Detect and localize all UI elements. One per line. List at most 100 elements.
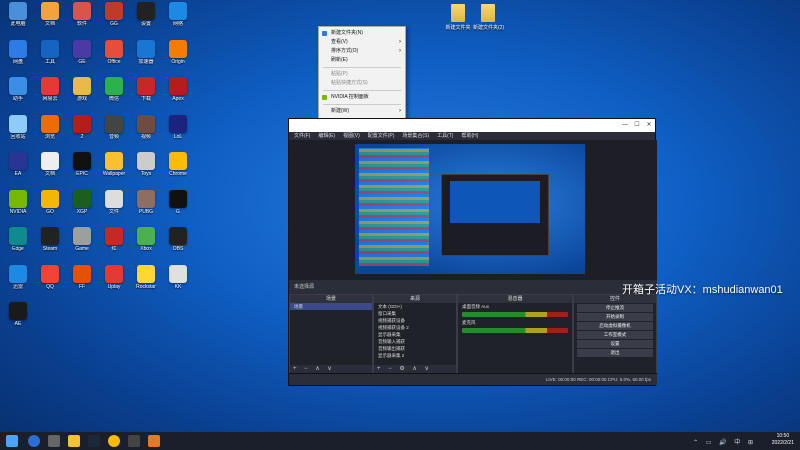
- desktop-icon[interactable]: 网易云: [34, 77, 66, 111]
- context-menu-item[interactable]: 新建文件夹(N): [319, 29, 405, 38]
- source-item[interactable]: 文本 (GDI+): [374, 303, 456, 310]
- desktop-icon[interactable]: 迅雷: [2, 264, 34, 299]
- close-icon[interactable]: ✕: [643, 119, 655, 132]
- desktop-icon[interactable]: 网络: [162, 2, 194, 36]
- desktop-icon[interactable]: 游戏: [66, 77, 98, 111]
- menu-separator: [323, 104, 401, 105]
- steam-icon[interactable]: [88, 435, 100, 447]
- desktop-icon[interactable]: Rockstar: [130, 264, 162, 299]
- desktop-folder[interactable]: 新建文件夹: [443, 4, 473, 31]
- source-item[interactable]: 显示器采集 2: [374, 352, 456, 359]
- obs-menu-item[interactable]: 工具(T): [437, 133, 453, 139]
- desktop-icon[interactable]: 浏览: [34, 114, 66, 149]
- desktop-icon[interactable]: Xbox: [130, 227, 162, 261]
- scene-toolbar[interactable]: + − ∧ ∨: [290, 365, 372, 373]
- desktop-icon[interactable]: Uplay: [98, 264, 130, 299]
- control-button[interactable]: 停止推流: [577, 304, 653, 312]
- desktop-icon[interactable]: Office: [98, 39, 130, 74]
- task-view-icon[interactable]: [48, 435, 60, 447]
- desktop-icon[interactable]: 文档: [34, 152, 66, 186]
- desktop-icon[interactable]: 设置: [130, 2, 162, 36]
- desktop-icon[interactable]: FF: [66, 264, 98, 299]
- context-menu-item[interactable]: 查看(V) ›: [319, 38, 405, 47]
- control-button[interactable]: 退出: [577, 349, 653, 357]
- desktop-icon[interactable]: LoL: [162, 114, 194, 149]
- control-button[interactable]: 设置: [577, 340, 653, 348]
- desktop-icon[interactable]: GO: [34, 189, 66, 224]
- obs-title-bar[interactable]: — ☐ ✕: [289, 119, 655, 132]
- obs-menu-item[interactable]: 编辑(E): [318, 133, 335, 139]
- obs-menu-item[interactable]: 视图(V): [343, 133, 360, 139]
- desktop-icon[interactable]: 工具: [34, 39, 66, 74]
- context-menu-item[interactable]: 排序方式(O) ›: [319, 47, 405, 56]
- desktop-icon[interactable]: 红: [98, 227, 130, 261]
- source-item[interactable]: 视频捕获设备 2: [374, 324, 456, 331]
- obs-preview[interactable]: [289, 140, 657, 280]
- desktop-icon[interactable]: 音频: [98, 114, 130, 149]
- desktop-icon[interactable]: Toys: [130, 152, 162, 186]
- desktop-icon[interactable]: Chrome: [162, 152, 194, 186]
- maximize-icon[interactable]: ☐: [631, 119, 643, 132]
- desktop-icon[interactable]: GG: [98, 2, 130, 36]
- desktop-icon[interactable]: 文件: [98, 189, 130, 224]
- desktop-icon[interactable]: EA: [2, 152, 34, 186]
- desktop-icon[interactable]: 网盘: [2, 39, 34, 74]
- desktop-icon[interactable]: NVIDIA: [2, 189, 34, 224]
- desktop-icon[interactable]: 加速器: [130, 39, 162, 74]
- source-toolbar[interactable]: + − ⚙ ∧ ∨: [374, 365, 456, 373]
- obs-menu-item[interactable]: 文件(F): [294, 133, 310, 139]
- source-item[interactable]: 窗口采集: [374, 310, 456, 317]
- desktop-icon[interactable]: 下载: [130, 77, 162, 111]
- desktop-icon[interactable]: 回收站: [2, 114, 34, 149]
- obs-taskbar-icon[interactable]: [128, 435, 140, 447]
- source-item[interactable]: 音频输出捕获: [374, 345, 456, 352]
- desktop-icon[interactable]: EPIC: [66, 152, 98, 186]
- desktop-icon[interactable]: 文档: [34, 2, 66, 36]
- context-menu-item[interactable]: 新建(W) ›: [319, 107, 405, 116]
- source-item[interactable]: 音频输入捕获: [374, 338, 456, 345]
- desktop-icon[interactable]: KK: [162, 264, 194, 299]
- desktop-icon[interactable]: G: [162, 189, 194, 224]
- context-menu-item[interactable]: NVIDIA 控制面板: [319, 93, 405, 102]
- control-button[interactable]: 开始录制: [577, 313, 653, 321]
- obs-menu-item[interactable]: 场景集合(S): [402, 133, 429, 139]
- clock[interactable]: 10:50 2022/2/21: [772, 433, 794, 447]
- desktop-icon[interactable]: Wallpaper: [98, 152, 130, 186]
- start-icon[interactable]: [6, 435, 18, 447]
- desktop-icon[interactable]: 2: [66, 114, 98, 149]
- source-item[interactable]: 显示器采集: [374, 331, 456, 338]
- obs-menu-item[interactable]: 配置文件(P): [368, 133, 395, 139]
- control-button[interactable]: 启动虚拟摄像机: [577, 322, 653, 330]
- file-explorer-icon[interactable]: [68, 435, 80, 447]
- app-icon[interactable]: [148, 435, 160, 447]
- context-menu-item[interactable]: 刷新(E): [319, 56, 405, 65]
- desktop-icon[interactable]: PUBG: [130, 189, 162, 224]
- desktop-icon[interactable]: GE: [66, 39, 98, 74]
- desktop-icon[interactable]: 此电脑: [2, 2, 34, 36]
- scene-item[interactable]: 场景: [290, 303, 372, 310]
- control-button[interactable]: 工作室模式: [577, 331, 653, 339]
- desktop-icon[interactable]: Origin: [162, 39, 194, 74]
- system-tray-icons[interactable]: ⌃ ▭ 🔊 中 ⊞: [693, 437, 756, 446]
- obs-menu-item[interactable]: 帮助(H): [461, 133, 478, 139]
- volume-meter[interactable]: [462, 312, 568, 317]
- desktop-icon[interactable]: Edge: [2, 227, 34, 261]
- minimize-icon[interactable]: —: [619, 119, 631, 132]
- chrome-icon[interactable]: [108, 435, 120, 447]
- desktop-icon[interactable]: Game: [66, 227, 98, 261]
- search-icon[interactable]: [28, 435, 40, 447]
- app-icon: [105, 114, 123, 133]
- desktop-folder[interactable]: 新建文件夹(2): [473, 4, 504, 31]
- desktop-icon[interactable]: OBS: [162, 227, 194, 261]
- desktop-icon[interactable]: 微信: [98, 77, 130, 111]
- desktop-icon[interactable]: QQ: [34, 264, 66, 299]
- desktop-icon[interactable]: 软件: [66, 2, 98, 36]
- desktop-icon[interactable]: XGP: [66, 189, 98, 224]
- desktop-icon[interactable]: Steam: [34, 227, 66, 261]
- desktop-icon[interactable]: 助手: [2, 77, 34, 111]
- desktop-icon[interactable]: Apex: [162, 77, 194, 111]
- volume-meter[interactable]: [462, 328, 568, 333]
- source-item[interactable]: 视频捕获设备: [374, 317, 456, 324]
- desktop-icon[interactable]: AE: [2, 302, 34, 336]
- desktop-icon[interactable]: 视频: [130, 114, 162, 149]
